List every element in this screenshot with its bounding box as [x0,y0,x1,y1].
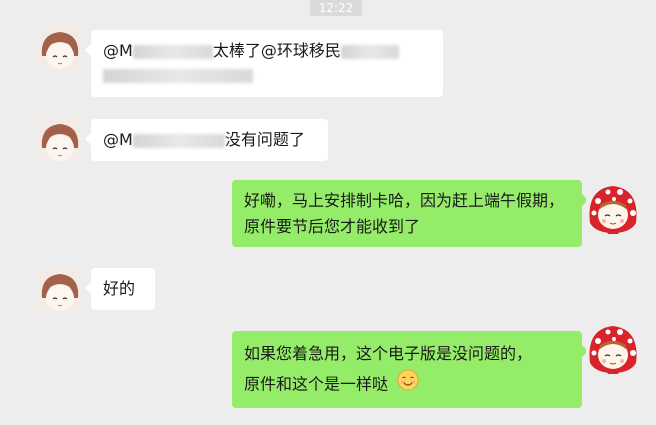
message-text: 没有问题了 [224,130,305,149]
message-bubble[interactable]: 好的 [85,268,155,310]
redacted-name [132,133,225,148]
my-avatar[interactable] [586,183,640,235]
contact-avatar[interactable] [38,118,82,162]
girl-brown-hair-avatar-icon [38,118,82,162]
message-text-line: 原件和这个是一样哒 [244,374,389,394]
message-text: 好的 [103,279,136,298]
redacted-name [132,44,213,59]
contact-avatar[interactable] [38,268,82,312]
my-avatar[interactable] [586,322,640,376]
message-bubble[interactable]: 好嘞，马上安排制卡哈，因为赶上端午假期，原件要节后您才能收到了 [232,180,588,247]
mention-prefix: @M [103,130,133,149]
girl-brown-hair-avatar-icon [38,26,82,70]
message-bubble[interactable]: @M 太棒了@环球移民 [85,30,443,97]
redacted-text [103,68,253,83]
mention-prefix: @M [103,41,133,60]
redacted-name [340,44,399,59]
red-hood-avatar-icon [586,183,640,235]
message-bubble[interactable]: 如果您着急用，这个电子版是没问题的， 原件和这个是一样哒 [232,331,588,408]
message-text: 太棒了@环球移民 [212,41,341,60]
message-timestamp: 12:22 [310,0,362,16]
smile-emoji-icon [397,369,419,401]
red-hood-avatar-icon [586,323,640,375]
message-text: 好嘞，马上安排制卡哈，因为赶上端午假期，原件要节后您才能收到了 [244,191,565,236]
message-text-line: 如果您着急用，这个电子版是没问题的， [244,344,533,363]
girl-brown-hair-avatar-icon [38,268,82,312]
message-bubble[interactable]: @M 没有问题了 [85,119,328,161]
contact-avatar[interactable] [38,26,82,70]
